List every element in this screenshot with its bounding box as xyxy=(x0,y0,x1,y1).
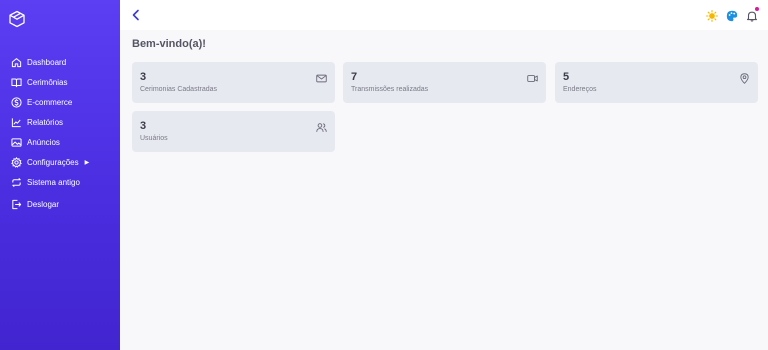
stat-value: 7 xyxy=(351,71,358,83)
refresh-icon xyxy=(11,177,22,188)
sidebar-item-label: Configurações xyxy=(27,157,79,167)
sidebar-item-label: Dashboard xyxy=(27,57,67,67)
stat-label: Usuários xyxy=(140,135,168,142)
stat-value: 5 xyxy=(563,71,570,83)
logo-icon[interactable] xyxy=(8,10,26,28)
stat-card-usuarios[interactable]: 3 Usuários xyxy=(132,111,335,152)
stat-label: Endereços xyxy=(563,86,597,93)
mail-icon xyxy=(316,71,327,83)
home-icon xyxy=(11,57,22,68)
stat-value: 3 xyxy=(140,120,147,132)
back-icon[interactable] xyxy=(130,8,142,22)
sidebar: Dashboard Cerimônias E-commerce Relatóri… xyxy=(0,0,120,350)
topbar xyxy=(120,0,768,30)
book-icon xyxy=(11,77,22,88)
sidebar-item-configuracoes[interactable]: Configurações ▶ xyxy=(0,152,120,172)
sidebar-item-label: Anúncios xyxy=(27,137,60,147)
sidebar-item-label: Relatórios xyxy=(27,117,64,127)
sidebar-item-ecommerce[interactable]: E-commerce xyxy=(0,92,120,112)
sidebar-item-sistema-antigo[interactable]: Sistema antigo xyxy=(0,172,120,192)
bell-icon[interactable] xyxy=(746,7,759,22)
caret-right-icon: ▶ xyxy=(84,159,90,166)
notification-dot xyxy=(755,7,759,11)
image-icon xyxy=(11,137,22,148)
sidebar-item-label: Cerimônias xyxy=(27,77,68,87)
chart-icon xyxy=(11,117,22,128)
sidebar-item-label: Sistema antigo xyxy=(27,177,80,187)
dollar-circle-icon xyxy=(11,96,22,108)
sidebar-item-dashboard[interactable]: Dashboard xyxy=(0,52,120,72)
stat-label: Transmissões realizadas xyxy=(351,86,429,93)
page-title: Bem-vindo(a)! xyxy=(132,38,206,50)
stat-value: 3 xyxy=(140,71,147,83)
logout-icon xyxy=(11,199,22,210)
sidebar-item-relatorios[interactable]: Relatórios xyxy=(0,112,120,132)
sidebar-item-label: E-commerce xyxy=(27,97,73,107)
stat-card-enderecos[interactable]: 5 Endereços xyxy=(555,62,758,103)
sidebar-item-anuncios[interactable]: Anúncios xyxy=(0,132,120,152)
users-icon xyxy=(316,120,327,132)
video-icon xyxy=(527,71,538,82)
gear-icon xyxy=(11,156,22,168)
sidebar-item-deslogar[interactable]: Deslogar xyxy=(0,194,120,214)
palette-icon[interactable] xyxy=(726,9,738,22)
sidebar-item-label: Deslogar xyxy=(27,199,60,209)
sun-icon[interactable] xyxy=(706,9,718,22)
stat-label: Cerimonias Cadastradas xyxy=(140,86,218,93)
sidebar-item-cerimonias[interactable]: Cerimônias xyxy=(0,72,120,92)
map-pin-icon xyxy=(739,71,750,84)
stat-card-cerimonias[interactable]: 3 Cerimonias Cadastradas xyxy=(132,62,335,103)
stat-card-transmissoes[interactable]: 7 Transmissões realizadas xyxy=(343,62,546,103)
